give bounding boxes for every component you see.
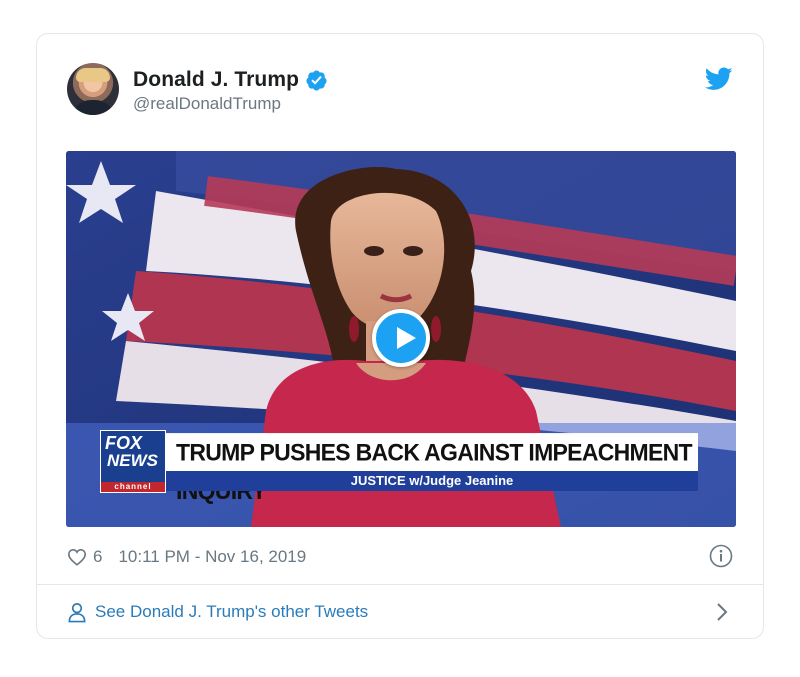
tweet-card: Donald J. Trump @realDonaldTrump FOX NEW… <box>36 33 764 639</box>
like-count[interactable]: 6 <box>93 547 102 567</box>
twitter-bird-icon[interactable] <box>705 67 733 91</box>
video-player[interactable]: FOX NEWS channel TRUMP PUSHES BACK AGAIN… <box>66 151 736 527</box>
info-icon[interactable] <box>709 544 733 568</box>
fox-news-logo: FOX NEWS channel <box>100 430 166 493</box>
chevron-right-icon[interactable] <box>715 601 729 623</box>
other-tweets-label[interactable]: See Donald J. Trump's other Tweets <box>95 602 368 622</box>
other-tweets-link[interactable]: See Donald J. Trump's other Tweets <box>67 600 368 624</box>
author-name-row[interactable]: Donald J. Trump <box>133 67 328 93</box>
avatar-hair <box>76 68 110 82</box>
avatar[interactable] <box>67 63 119 115</box>
video-headline: TRUMP PUSHES BACK AGAINST IMPEACHMENT IN… <box>166 433 698 504</box>
avatar-suit <box>71 100 115 115</box>
tweet-meta: 6 10:11 PM - Nov 16, 2019 <box>67 545 306 569</box>
person-icon <box>68 602 86 622</box>
heart-icon[interactable] <box>67 548 87 566</box>
author-name[interactable]: Donald J. Trump <box>133 68 299 92</box>
news-lower-third: FOX NEWS channel TRUMP PUSHES BACK AGAIN… <box>100 430 698 504</box>
divider <box>37 584 763 585</box>
play-icon[interactable] <box>372 309 430 367</box>
video-subline: JUSTICE w/Judge Jeanine <box>166 471 698 491</box>
author-handle[interactable]: @realDonaldTrump <box>133 94 281 114</box>
tweet-timestamp[interactable]: 10:11 PM - Nov 16, 2019 <box>118 547 306 567</box>
verified-badge-icon <box>306 69 327 91</box>
